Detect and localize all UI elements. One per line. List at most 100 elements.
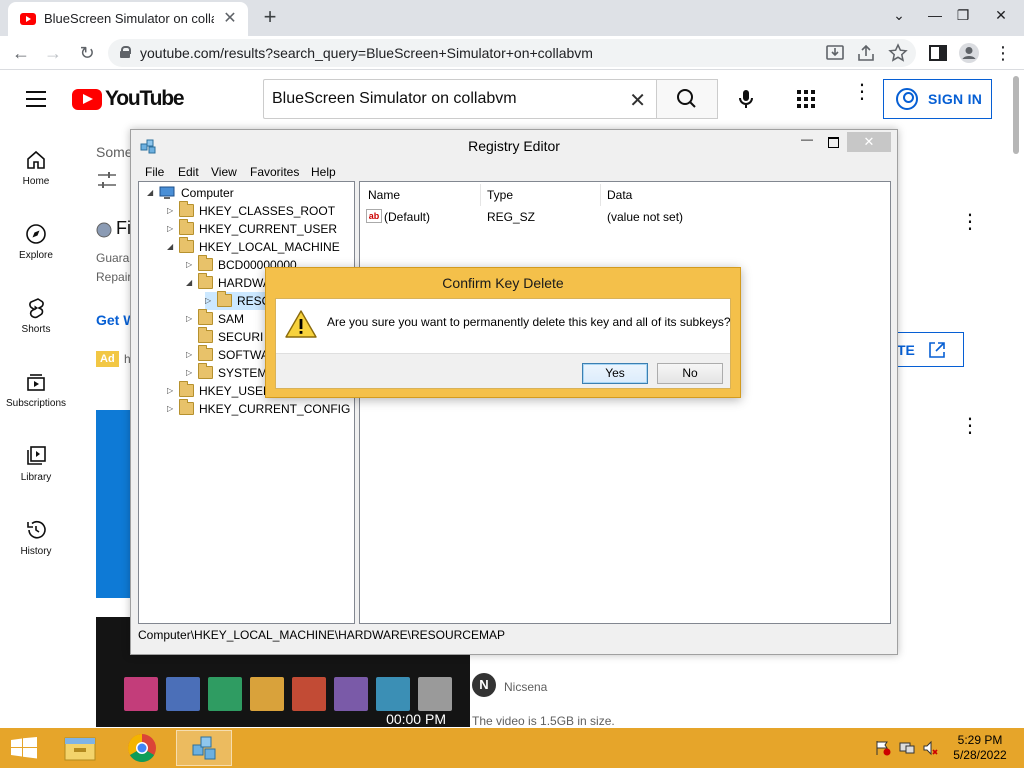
thumbnail-clock-text: 00:00 PM: [386, 711, 446, 727]
filter-sliders-icon[interactable]: [96, 170, 118, 190]
search-input[interactable]: BlueScreen Simulator on collabvm ✕: [263, 79, 656, 119]
windows-start-icon[interactable]: [10, 737, 38, 759]
bookmark-star-icon[interactable]: [887, 42, 909, 64]
registry-values-list[interactable]: Name Type Data ab (Default) REG_SZ (valu…: [359, 181, 891, 624]
sidebar-item-shorts[interactable]: Shorts: [0, 296, 72, 335]
column-header-name[interactable]: Name: [368, 188, 400, 202]
collapse-icon[interactable]: ◢: [167, 241, 176, 252]
tab-title: BlueScreen Simulator on collabvm: [44, 11, 214, 26]
share-icon[interactable]: [855, 42, 877, 64]
column-header-type[interactable]: Type: [487, 188, 513, 202]
action-center-flag-icon[interactable]: [874, 740, 892, 756]
folder-icon: [179, 219, 194, 235]
registry-key-tree[interactable]: ◢ Computer ▷ HKEY_CLASSES_ROOT ▷ HKEY_CURR…: [138, 181, 355, 624]
column-separator[interactable]: [600, 184, 601, 206]
ad-more-options-icon[interactable]: ⋮: [960, 212, 980, 232]
ad-desc-fragment-2: Repair: [96, 270, 132, 284]
menu-view[interactable]: View: [211, 165, 237, 179]
collapse-icon[interactable]: ◢: [186, 277, 195, 288]
expand-icon[interactable]: ▷: [167, 385, 176, 396]
value-name[interactable]: (Default): [384, 210, 430, 224]
expand-icon[interactable]: ▷: [167, 223, 176, 234]
sidebar-item-library[interactable]: Library: [0, 444, 72, 483]
channel-avatar[interactable]: N: [472, 673, 496, 697]
compass-icon: [26, 224, 46, 244]
back-arrow-icon[interactable]: ←: [8, 40, 34, 66]
new-tab-button[interactable]: +: [258, 5, 282, 29]
forward-arrow-icon[interactable]: →: [40, 40, 66, 66]
browser-tab[interactable]: BlueScreen Simulator on collabvm ✕: [8, 2, 248, 36]
expand-icon[interactable]: ▷: [186, 259, 195, 270]
reload-icon[interactable]: ↻: [74, 40, 100, 66]
install-app-icon[interactable]: [824, 42, 846, 64]
settings-more-icon[interactable]: ⋮: [852, 82, 872, 102]
menu-edit[interactable]: Edit: [178, 165, 199, 179]
taskbar-chrome[interactable]: [114, 730, 170, 766]
page-scrollbar-thumb[interactable]: [1013, 76, 1019, 154]
library-icon: [27, 446, 46, 465]
sidebar-item-label: Subscriptions: [5, 398, 67, 409]
menu-file[interactable]: File: [145, 165, 164, 179]
tab-search-chevron-icon[interactable]: ⌄: [882, 0, 916, 30]
tree-node-label: Computer: [181, 186, 234, 200]
sign-in-button[interactable]: SIGN IN: [883, 79, 992, 119]
tree-node-label: SYSTEM: [218, 366, 268, 380]
ad-button-label: TE: [897, 342, 915, 358]
window-maximize-button[interactable]: ❐: [946, 0, 980, 30]
chrome-menu-icon[interactable]: ⋮: [992, 42, 1014, 64]
volume-muted-icon[interactable]: [922, 740, 940, 756]
sidebar-item-explore[interactable]: Explore: [0, 222, 72, 261]
lock-icon: [120, 46, 131, 58]
search-button[interactable]: [656, 79, 718, 119]
window-close-button[interactable]: ✕: [984, 0, 1018, 30]
side-panel-icon[interactable]: [927, 42, 949, 64]
video-thumbnail-fragment[interactable]: [96, 410, 132, 598]
column-separator[interactable]: [480, 184, 481, 206]
sidebar-item-home[interactable]: Home: [0, 148, 72, 187]
registry-title: Registry Editor: [468, 138, 560, 154]
taskbar-registry-editor[interactable]: [176, 730, 232, 766]
youtube-logo[interactable]: YouTube: [72, 87, 185, 111]
folder-icon: [198, 309, 213, 325]
thumbnail-tile: [250, 677, 284, 711]
expand-icon[interactable]: ▷: [186, 349, 195, 360]
computer-icon: [159, 186, 175, 199]
regedit-minimize-button[interactable]: —: [795, 132, 819, 152]
folder-icon: [179, 201, 194, 217]
expand-icon[interactable]: ▷: [167, 205, 176, 216]
expand-icon[interactable]: ▷: [186, 367, 195, 378]
warning-icon: [285, 310, 317, 338]
tree-line: [186, 331, 195, 342]
yes-button[interactable]: Yes: [582, 363, 648, 384]
thumbnail-tile: [334, 677, 368, 711]
tree-node-label: HKEY_CURRENT_USER: [199, 222, 338, 236]
menu-favorites[interactable]: Favorites: [250, 165, 299, 179]
registry-titlebar[interactable]: Registry Editor — ✕: [131, 130, 897, 162]
expand-icon[interactable]: ▷: [205, 295, 214, 306]
channel-name[interactable]: Nicsena: [504, 680, 547, 694]
sidebar-item-subscriptions[interactable]: Subscriptions: [0, 370, 72, 409]
column-header-data[interactable]: Data: [607, 188, 632, 202]
expand-icon[interactable]: ▷: [186, 313, 195, 324]
youtube-apps-icon[interactable]: [797, 90, 815, 108]
taskbar-file-explorer[interactable]: [52, 730, 108, 766]
video-more-options-icon[interactable]: ⋮: [960, 416, 980, 436]
tab-close-icon[interactable]: ✕: [220, 9, 240, 29]
address-bar[interactable]: youtube.com/results?search_query=BlueScr…: [108, 39, 916, 67]
clear-search-icon[interactable]: ✕: [629, 88, 646, 113]
taskbar-clock[interactable]: 5:29 PM 5/28/2022: [946, 733, 1014, 763]
address-url: youtube.com/results?search_query=BlueScr…: [140, 45, 593, 61]
no-button[interactable]: No: [657, 363, 723, 384]
expand-icon[interactable]: ▷: [167, 403, 176, 414]
thumbnail-tile: [292, 677, 326, 711]
regedit-close-button[interactable]: ✕: [847, 132, 891, 152]
sidebar-item-history[interactable]: History: [0, 518, 72, 557]
microphone-icon[interactable]: [734, 87, 758, 111]
regedit-maximize-button[interactable]: [821, 132, 845, 152]
hamburger-menu-icon[interactable]: [26, 91, 46, 107]
history-icon: [27, 520, 46, 539]
collapse-icon[interactable]: ◢: [147, 187, 156, 198]
menu-help[interactable]: Help: [311, 165, 336, 179]
profile-avatar-icon[interactable]: [958, 42, 980, 64]
network-icon[interactable]: [898, 740, 916, 756]
